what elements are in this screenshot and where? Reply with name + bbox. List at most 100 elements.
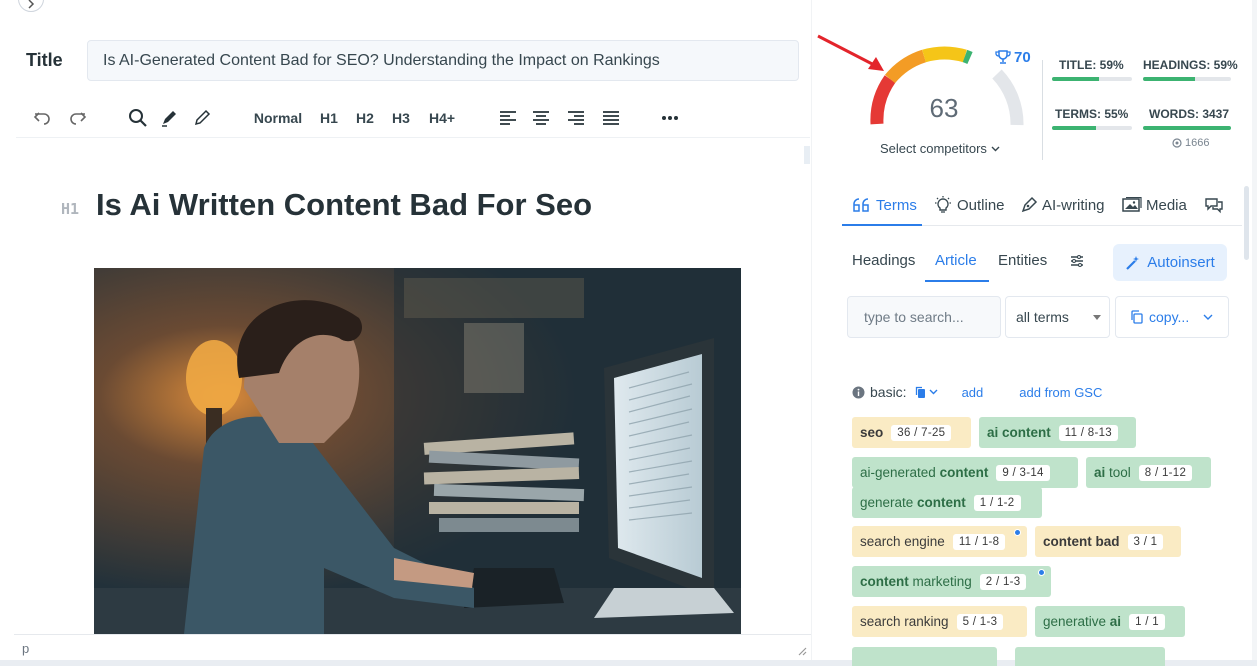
format-h4-button[interactable]: H4+ xyxy=(426,106,458,130)
align-left-icon[interactable] xyxy=(496,106,520,130)
term-chip-label: generative ai xyxy=(1043,614,1122,629)
tab-terms[interactable]: Terms xyxy=(852,194,917,216)
select-competitors-button[interactable]: Select competitors xyxy=(880,141,1000,156)
term-chip-label: seo xyxy=(860,425,884,440)
metric-terms-bar xyxy=(1052,126,1132,130)
tab-media[interactable]: Media xyxy=(1122,194,1187,216)
redo-icon[interactable] xyxy=(66,106,90,130)
article-heading[interactable]: Is Ai Written Content Bad For Seo xyxy=(96,187,592,223)
copy-icon xyxy=(1131,310,1143,324)
subtab-entities[interactable]: Entities xyxy=(998,252,1047,269)
new-indicator-dot xyxy=(1014,529,1021,536)
metric-terms-fill xyxy=(1052,126,1096,130)
term-chip[interactable]: generative ai 1 / 1 xyxy=(1035,606,1185,637)
term-chip-label: search engine xyxy=(860,534,945,549)
pen-nib-icon xyxy=(1021,196,1038,213)
marker-icon[interactable] xyxy=(157,106,181,130)
copy-label: copy... xyxy=(1149,309,1190,325)
term-chip[interactable]: content bad 3 / 1 xyxy=(1035,526,1181,557)
target-score-value: 70 xyxy=(1014,49,1031,66)
tab-ai-writing[interactable]: AI-writing xyxy=(1020,194,1105,216)
quote-icon xyxy=(853,198,869,212)
term-chip-count: 3 / 1 xyxy=(1127,533,1164,550)
chevron-down-icon xyxy=(991,146,1000,151)
words-competitor-avg: 1666 xyxy=(1172,137,1209,149)
term-chip-label: ai tool xyxy=(1094,465,1131,480)
align-center-icon[interactable] xyxy=(529,106,553,130)
collapse-sidebar-button[interactable] xyxy=(18,0,44,12)
term-chip-partial xyxy=(1015,647,1165,666)
tab-outline[interactable]: Outline xyxy=(933,194,1005,216)
basic-label: basic: xyxy=(870,384,907,400)
format-normal-button[interactable]: Normal xyxy=(252,106,304,130)
metric-terms-label: TERMS: 55% xyxy=(1055,107,1129,121)
term-chip[interactable]: ai-generated content 9 / 3-14 xyxy=(852,457,1078,488)
add-from-gsc-link[interactable]: add from GSC xyxy=(1019,385,1102,400)
term-chip-partial xyxy=(852,647,997,666)
undo-icon[interactable] xyxy=(30,106,54,130)
metric-headings-bar xyxy=(1143,77,1231,81)
subtab-headings[interactable]: Headings xyxy=(852,252,915,269)
search-icon[interactable] xyxy=(126,106,150,130)
magic-wand-icon xyxy=(1126,255,1140,270)
term-chip-count: 11 / 1-8 xyxy=(952,533,1006,550)
editor-statusbar: p xyxy=(14,634,811,660)
add-term-link[interactable]: add xyxy=(962,385,984,400)
editor-scrollbar[interactable] xyxy=(804,146,810,164)
copy-dropdown-button[interactable]: copy... xyxy=(1115,296,1229,338)
resize-grip-icon[interactable] xyxy=(797,646,807,656)
app-root: Title Is AI-Generated Content Bad for SE… xyxy=(0,0,1257,666)
tab-outline-label: Outline xyxy=(957,196,1005,214)
format-h2-button[interactable]: H2 xyxy=(352,106,378,130)
target-score: 70 xyxy=(995,49,1031,66)
term-chip-label: search ranking xyxy=(860,614,949,629)
term-chip[interactable]: seo 36 / 7-25 xyxy=(852,417,971,448)
autoinsert-button[interactable]: Autoinsert xyxy=(1113,244,1227,281)
term-chip[interactable]: ai content 11 / 8-13 xyxy=(979,417,1136,448)
chevron-down-icon xyxy=(929,389,938,395)
term-chip-count: 11 / 8-13 xyxy=(1058,424,1119,441)
editor-divider xyxy=(811,0,812,660)
format-h3-button[interactable]: H3 xyxy=(388,106,414,130)
basic-copy-button[interactable] xyxy=(915,386,938,399)
term-chip[interactable]: content marketing 2 / 1-3 xyxy=(852,566,1051,597)
terms-filter-select[interactable]: all terms xyxy=(1005,296,1110,338)
metric-words-bar xyxy=(1143,126,1231,130)
term-chip-count: 5 / 1-3 xyxy=(956,613,1004,630)
subtab-article-underline xyxy=(925,280,989,282)
score-divider xyxy=(1042,60,1043,160)
panel-scrollbar[interactable] xyxy=(1244,186,1249,260)
term-chip[interactable]: ai tool 8 / 1-12 xyxy=(1086,457,1211,488)
filter-settings-icon[interactable] xyxy=(1070,254,1084,272)
info-icon[interactable] xyxy=(852,386,865,399)
term-chip[interactable]: search ranking 5 / 1-3 xyxy=(852,606,1027,637)
subtab-article[interactable]: Article xyxy=(935,252,977,269)
tab-chat[interactable] xyxy=(1204,194,1224,216)
metric-title-fill xyxy=(1052,77,1100,81)
term-chip-count: 9 / 3-14 xyxy=(996,464,1050,481)
terms-filter-value: all terms xyxy=(1016,309,1069,325)
term-chip-label: content marketing xyxy=(860,574,972,589)
align-right-icon[interactable] xyxy=(564,106,588,130)
term-chip-count: 1 / 1-2 xyxy=(973,494,1021,511)
term-chip-count: 1 / 1 xyxy=(1129,613,1165,630)
term-search-input[interactable]: type to search... xyxy=(847,296,1001,338)
terms-subtabs: Headings Article Entities xyxy=(842,240,1112,282)
metric-headings-label: HEADINGS: 59% xyxy=(1143,58,1238,72)
content-score: 63 xyxy=(929,93,959,123)
lightbulb-icon xyxy=(935,196,951,213)
chevron-right-icon xyxy=(28,0,35,9)
image-icon xyxy=(1122,197,1142,212)
pen-icon[interactable] xyxy=(190,106,214,130)
align-justify-icon[interactable] xyxy=(599,106,623,130)
title-input[interactable]: Is AI-Generated Content Bad for SEO? Und… xyxy=(87,40,799,81)
term-chip[interactable]: generate content 1 / 1-2 xyxy=(852,487,1042,518)
article-image[interactable] xyxy=(94,268,741,634)
term-chip[interactable]: search engine 11 / 1-8 xyxy=(852,526,1027,557)
term-chip-label: content bad xyxy=(1043,534,1120,549)
basic-terms-header: basic: add add from GSC xyxy=(852,383,1102,401)
format-h1-button[interactable]: H1 xyxy=(316,106,342,130)
tab-terms-underline xyxy=(842,224,922,226)
metric-title-bar xyxy=(1052,77,1132,81)
more-options-icon[interactable] xyxy=(658,106,682,130)
